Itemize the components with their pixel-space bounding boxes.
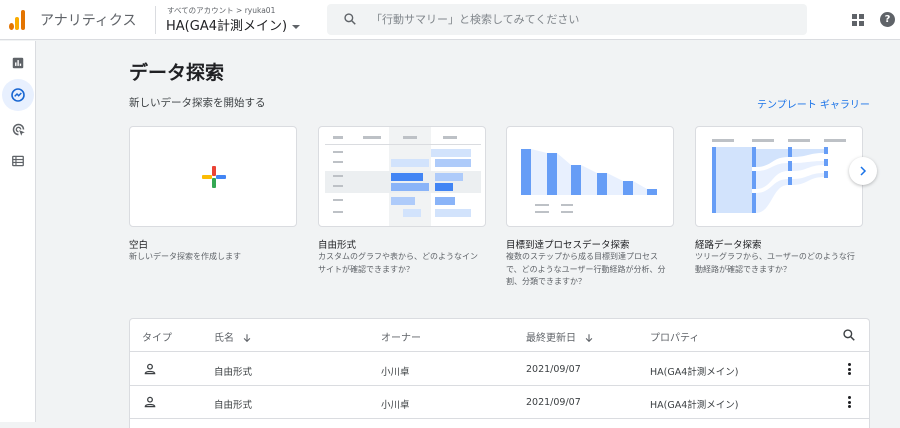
divider (155, 6, 156, 34)
analytics-logo-icon[interactable] (9, 10, 27, 30)
person-icon (144, 363, 156, 375)
row-property: HA(GA4計測メイン) (650, 400, 739, 411)
chevron-right-icon (860, 166, 867, 176)
card-blank[interactable] (129, 126, 297, 227)
table-header: タイプ 氏名 オーナー 最終更新日 プロパティ (130, 319, 869, 352)
nav-reports[interactable] (2, 47, 34, 79)
card-title: 自由形式 (318, 240, 357, 251)
property-selector[interactable]: HA(GA4計測メイン) (166, 15, 301, 34)
caret-down-icon (292, 24, 301, 29)
main-content: データ探索 新しいデータ探索を開始する テンプレート ギャラリー 空白 新しいデ… (37, 41, 900, 428)
row-updated: 2021/09/07 (526, 364, 581, 375)
card-description: 複数のステップから成る目標到達プロセスで、どのようなユーザー行動経路が分析、分割… (506, 252, 666, 286)
row-name[interactable]: 自由形式 (214, 364, 252, 378)
card-description: ツリーグラフから、ユーザーのどのような行動経路が確認できますか？ (695, 252, 855, 274)
row-owner: 小川卓 (381, 367, 410, 378)
funnel-thumbnail-icon (521, 149, 657, 213)
bar-chart-icon (12, 57, 24, 69)
header-name[interactable]: 氏名 (214, 329, 252, 344)
row-property: HA(GA4計測メイン) (650, 367, 739, 378)
path-thumbnail-icon (712, 139, 846, 213)
card-description: 新しいデータ探索を作成します (129, 252, 241, 261)
search-input[interactable] (371, 9, 791, 29)
person-icon (144, 396, 156, 408)
nav-configure[interactable] (2, 145, 34, 177)
side-nav (0, 41, 36, 422)
search-bar[interactable] (327, 4, 807, 35)
more-vert-icon[interactable] (848, 396, 852, 408)
nav-advertising[interactable] (2, 113, 34, 145)
app-name: アナリティクス (40, 13, 137, 29)
section-label: 新しいデータ探索を開始する (129, 97, 266, 109)
free-form-thumbnail-icon (325, 127, 481, 226)
template-gallery-link[interactable]: テンプレート ギャラリー (757, 96, 870, 111)
help-icon[interactable]: ? (880, 12, 895, 27)
top-bar: アナリティクス すべてのアカウント > ryuka01 HA(GA4計測メイン)… (0, 0, 900, 40)
row-name[interactable]: 自由形式 (214, 397, 252, 411)
card-funnel[interactable] (506, 126, 674, 227)
card-title: 空白 (129, 240, 149, 251)
more-vert-icon[interactable] (848, 363, 852, 375)
card-description: カスタムのグラフや表から、どのようなインサイトが確認できますか？ (318, 252, 478, 274)
apps-grid-icon[interactable] (852, 14, 864, 26)
header-name-label: 氏名 (214, 333, 234, 344)
property-name: HA(GA4計測メイン) (166, 19, 288, 34)
explorations-table: タイプ 氏名 オーナー 最終更新日 プロパティ 自由形式 小川卓 2021/09… (129, 318, 870, 428)
plus-icon (202, 166, 226, 188)
header-property[interactable]: プロパティ (650, 329, 699, 344)
search-icon (344, 13, 356, 25)
card-free-form[interactable] (318, 126, 486, 227)
card-title: 経路データ探索 (695, 240, 762, 251)
header-type: タイプ (142, 333, 172, 344)
page-title: データ探索 (129, 62, 225, 84)
header-owner[interactable]: オーナー (381, 329, 421, 344)
row-updated: 2021/09/07 (526, 397, 581, 408)
advertising-icon (12, 123, 25, 136)
table-search-icon[interactable] (842, 328, 856, 342)
explore-icon (11, 88, 25, 102)
row-owner: 小川卓 (381, 400, 410, 411)
next-templates-button[interactable] (849, 157, 877, 185)
nav-explore[interactable] (2, 79, 34, 111)
card-path[interactable] (695, 126, 863, 227)
list-icon (12, 155, 24, 167)
arrow-down-icon (243, 334, 251, 343)
header-updated[interactable]: 最終更新日 (526, 329, 594, 344)
table-row[interactable]: 自由形式 小川卓 2021/09/07 HA(GA4計測メイン) (130, 353, 869, 386)
header-updated-label: 最終更新日 (526, 333, 576, 344)
arrow-down-icon (585, 334, 593, 343)
card-title: 目標到達プロセスデータ探索 (506, 240, 630, 251)
table-row[interactable]: 自由形式 小川卓 2021/09/07 HA(GA4計測メイン) (130, 386, 869, 419)
